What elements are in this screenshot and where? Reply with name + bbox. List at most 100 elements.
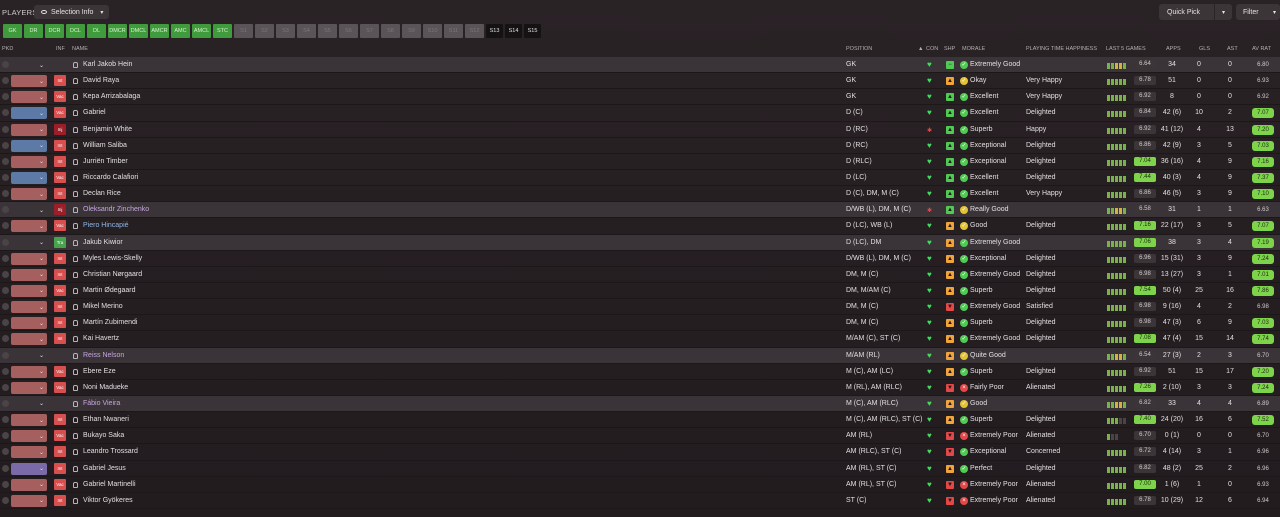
col-morale[interactable]: MORALE (962, 46, 985, 52)
position-chip[interactable]: S13 (486, 24, 503, 38)
selection-dropdown[interactable]: ⌄ (11, 204, 47, 216)
player-name[interactable]: Benjamin White (83, 126, 132, 133)
table-row[interactable]: ⌄ Inj Benjamin White D (RC) ✱ ▲ ✓ Superb Happy 6.… (0, 122, 1280, 138)
pick-toggle[interactable] (2, 286, 9, 294)
info-badge[interactable]: Int (54, 317, 66, 329)
pick-toggle[interactable] (2, 206, 9, 214)
pick-toggle[interactable] (2, 432, 9, 440)
player-name[interactable]: Noni Madueke (83, 384, 128, 391)
pick-toggle[interactable] (2, 222, 9, 230)
info-badge[interactable]: Int (54, 446, 66, 458)
table-row[interactable]: ⌄ Int Declan Rice D (C), DM, M (C) ♥ ▲ ✓ Excell… (0, 186, 1280, 203)
table-row[interactable]: ⌄ Vac Noni Madueke M (RL), AM (RLC) ♥ ▼ × Fairl… (0, 380, 1280, 396)
info-badge[interactable]: Vac (54, 478, 66, 490)
position-chip[interactable]: S14 (505, 24, 522, 38)
table-row[interactable]: ⌄ Int Mikel Merino DM, M (C) ♥ ▼ ✓ Extremely Go… (0, 299, 1280, 316)
pick-toggle[interactable] (2, 480, 9, 488)
col-position[interactable]: POSITION (846, 46, 872, 52)
pick-toggle[interactable] (2, 190, 9, 198)
position-chip[interactable]: S9 (402, 24, 421, 38)
player-name[interactable]: Viktor Gyökeres (83, 497, 133, 504)
info-badge[interactable]: Vac (54, 284, 66, 296)
info-badge[interactable]: Int (54, 494, 66, 506)
player-name[interactable]: Gabriel (83, 109, 106, 116)
player-name[interactable]: Christian Nørgaard (83, 271, 142, 278)
selection-dropdown[interactable]: ⌄ (11, 107, 47, 120)
table-row[interactable]: ⌄ Int Martín Zubimendi DM, M (C) ♥ ▲ ✓ Superb De… (0, 315, 1280, 332)
position-chip[interactable]: S4 (297, 24, 316, 38)
pick-toggle[interactable] (2, 399, 9, 407)
position-chip[interactable]: S1 (234, 24, 253, 38)
table-row[interactable]: ⌄ Vac Riccardo Calafiori D (LC) ♥ ▲ ✓ Excellent… (0, 170, 1280, 187)
pick-toggle[interactable] (2, 61, 9, 68)
pick-toggle[interactable] (2, 93, 9, 101)
info-badge[interactable]: Vac (54, 430, 66, 442)
pick-toggle[interactable] (2, 416, 9, 424)
pick-toggle[interactable] (2, 77, 9, 85)
col-apps[interactable]: APPS (1166, 46, 1181, 52)
table-row[interactable]: ⌄ Int Christian Nørgaard DM, M (C) ♥ ▲ ✓ Extrem… (0, 267, 1280, 283)
selection-dropdown[interactable]: ⌄ (11, 237, 47, 249)
pick-toggle[interactable] (2, 254, 9, 262)
player-name[interactable]: Karl Jakob Hein (83, 61, 132, 68)
player-name[interactable]: Martin Ødegaard (83, 287, 136, 294)
position-chip[interactable]: S10 (423, 24, 442, 38)
player-name[interactable]: Gabriel Jesus (83, 465, 126, 472)
selection-dropdown[interactable]: ⌄ (11, 188, 47, 201)
player-name[interactable]: Declan Rice (83, 190, 121, 197)
position-chip[interactable]: S3 (276, 24, 295, 38)
pick-toggle[interactable] (2, 125, 9, 133)
quick-pick-button[interactable]: Quick Pick ▾ (1159, 4, 1232, 20)
selection-dropdown[interactable]: ⌄ (11, 301, 47, 314)
position-chip[interactable]: S6 (339, 24, 358, 38)
table-row[interactable]: ⌄ Int Ethan Nwaneri M (C), AM (RLC), ST (C)… (0, 412, 1280, 429)
col-gls[interactable]: GLS (1199, 46, 1210, 52)
selection-dropdown[interactable]: ⌄ (11, 123, 47, 136)
info-badge[interactable]: Int (54, 414, 66, 426)
pick-toggle[interactable] (2, 173, 9, 181)
info-badge[interactable]: Inj (54, 123, 66, 135)
position-chip[interactable]: S5 (318, 24, 337, 38)
table-row[interactable]: ⌄ Vac Martin Ødegaard DM, M/AM (C) ♥ ▲ ✓ Superb… (0, 283, 1280, 300)
table-row[interactable]: ⌄ Karl Jakob Hein GK ♥ − ✓ Extremely Good 6.64 3… (0, 57, 1280, 74)
col-last5[interactable]: LAST 5 GAMES (1106, 46, 1146, 52)
chevron-down-icon[interactable]: ▾ (1214, 4, 1232, 20)
selection-dropdown[interactable]: ⌄ (11, 398, 47, 410)
pick-toggle[interactable] (2, 383, 9, 391)
selection-dropdown[interactable]: ⌄ (11, 75, 47, 88)
info-badge[interactable]: Inj (54, 204, 66, 216)
table-row[interactable]: ⌄ Fábio Vieira M (C), AM (RLC) ♥ ▲ ✓ Good 6.82 3… (0, 395, 1280, 413)
selection-dropdown[interactable]: ⌄ (11, 252, 47, 265)
table-row[interactable]: ⌄ Int Leandro Trossard AM (RLC), ST (C) ♥ ▼ ✓ E… (0, 444, 1280, 461)
player-name[interactable]: Leandro Trossard (83, 448, 138, 455)
col-pkd[interactable]: PKD (2, 46, 13, 52)
selection-dropdown[interactable]: ⌄ (11, 333, 47, 346)
selection-dropdown[interactable]: ⌄ (11, 350, 47, 362)
position-chip[interactable]: S12 (465, 24, 484, 38)
pick-toggle[interactable] (2, 367, 9, 375)
player-name[interactable]: William Saliba (83, 142, 127, 149)
pick-toggle[interactable] (2, 351, 9, 359)
info-badge[interactable]: Int (54, 155, 66, 167)
info-badge[interactable]: Int (54, 75, 66, 87)
pick-toggle[interactable] (2, 109, 9, 117)
selection-dropdown[interactable]: ⌄ (11, 446, 47, 459)
pick-toggle[interactable] (2, 319, 9, 327)
player-name[interactable]: Myles Lewis-Skelly (83, 255, 142, 262)
table-row[interactable]: ⌄ Int Jurriën Timber D (RLC) ♥ ▲ ✓ Exceptional D… (0, 154, 1280, 170)
player-name[interactable]: Jurriën Timber (83, 158, 128, 165)
info-badge[interactable]: Vac (54, 107, 66, 119)
col-av-rat[interactable]: AV RAT (1252, 46, 1271, 52)
selection-dropdown[interactable]: ⌄ (11, 220, 47, 233)
table-row[interactable]: ⌄ Int Viktor Gyökeres ST (C) ♥ ▼ × Extremely Po… (0, 493, 1280, 509)
selection-dropdown[interactable]: ⌄ (11, 414, 47, 427)
selection-dropdown[interactable]: ⌄ (11, 494, 47, 507)
info-badge[interactable]: Vac (54, 171, 66, 183)
player-name[interactable]: David Raya (83, 77, 119, 84)
table-row[interactable]: ⌄ Vac Bukayo Saka AM (RL) ♥ ▼ × Extremely Poor A… (0, 428, 1280, 445)
position-chip[interactable]: S7 (360, 24, 379, 38)
position-chip[interactable]: DMCL (129, 24, 148, 38)
table-row[interactable]: ⌄ Vac Gabriel Martinelli AM (RL), ST (C) ♥ ▼ ×… (0, 477, 1280, 493)
player-name[interactable]: Kai Havertz (83, 335, 119, 342)
selection-dropdown[interactable]: ⌄ (11, 59, 47, 71)
